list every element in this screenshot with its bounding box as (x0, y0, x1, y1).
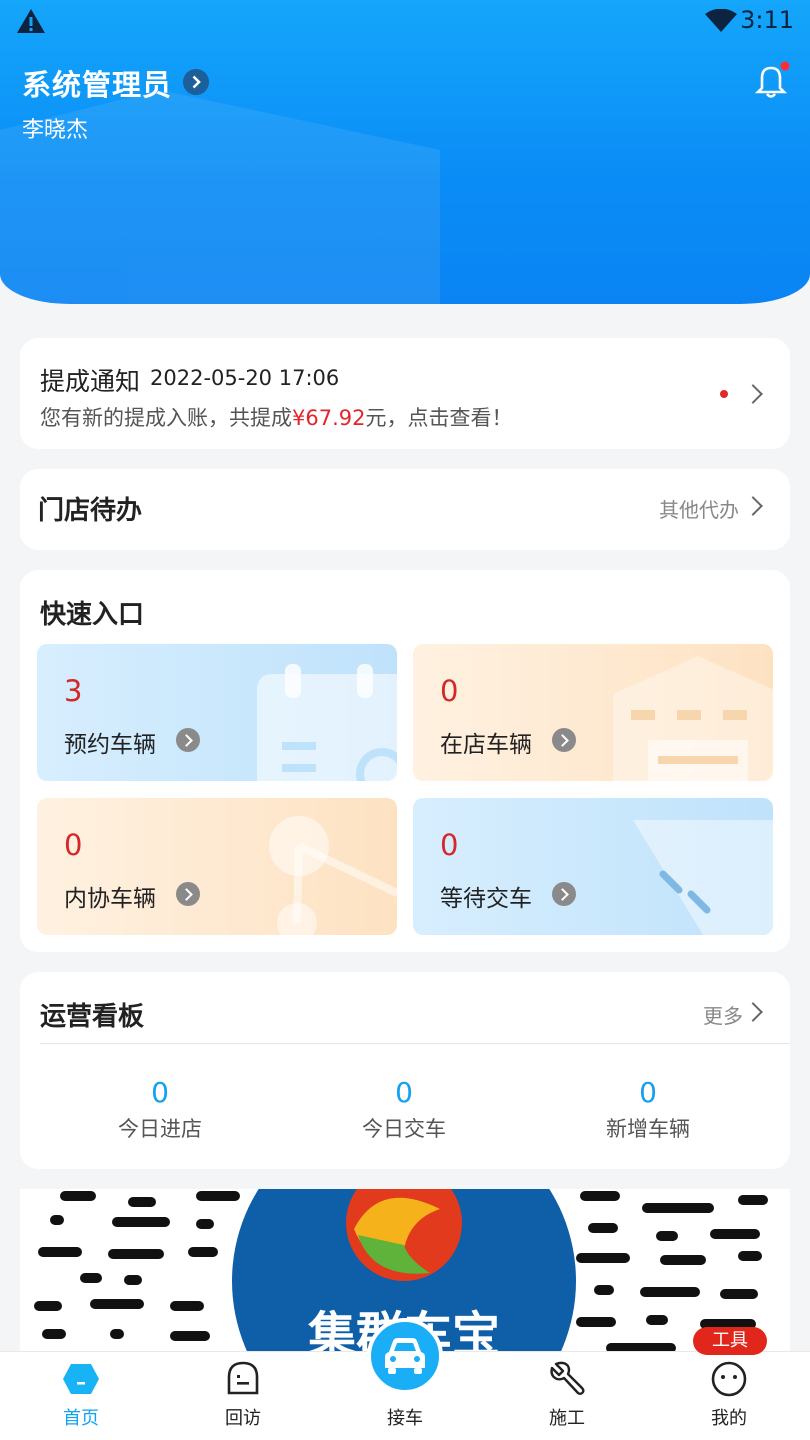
stat-today-arrivals[interactable]: 0 今日进店 (60, 1076, 260, 1143)
profile-icon (711, 1361, 747, 1397)
tab-label: 我的 (711, 1408, 747, 1429)
tab-construction[interactable]: 施工 (486, 1352, 648, 1440)
quick-item-label: 在店车辆 (440, 732, 532, 758)
car-icon (385, 1338, 425, 1374)
quick-item-count: 0 (64, 828, 83, 862)
quick-item-reserved-vehicles[interactable]: 3 预约车辆 (37, 644, 397, 781)
notice-time: 2022-05-20 17:06 (150, 366, 340, 390)
chevron-right-icon (176, 882, 200, 906)
chevron-right-icon[interactable] (743, 1002, 763, 1022)
notice-title: 提成通知 (40, 367, 141, 396)
quick-entry-title: 快速入口 (40, 600, 145, 630)
home-icon (63, 1364, 99, 1394)
chevron-right-icon (552, 882, 576, 906)
vehicle-intake-button[interactable] (367, 1318, 443, 1394)
tab-label: 接车 (387, 1408, 423, 1429)
stat-label: 新增车辆 (606, 1117, 690, 1141)
network-icon (269, 816, 397, 935)
store-todo-title: 门店待办 (38, 496, 143, 526)
commission-notice-card[interactable]: 提成通知 2022-05-20 17:06 您有新的提成入账，共提成¥67.92… (20, 338, 790, 449)
ops-board-title: 运营看板 (40, 1002, 145, 1032)
quick-item-awaiting-delivery[interactable]: 0 等待交车 (413, 798, 773, 935)
quick-entry-card: 快速入口 3 预约车辆 0 在店车辆 0 内协车辆 0 等待交车 (20, 570, 790, 952)
status-time: 3:11 (740, 6, 794, 34)
user-name: 李晓杰 (22, 118, 89, 143)
tab-home[interactable]: 首页 (0, 1352, 162, 1440)
chat-icon (227, 1361, 259, 1395)
stat-today-deliveries[interactable]: 0 今日交车 (304, 1076, 504, 1143)
warning-icon (17, 9, 45, 33)
quick-item-internal-vehicles[interactable]: 0 内协车辆 (37, 798, 397, 935)
divider (40, 1043, 790, 1044)
wifi-icon (705, 9, 737, 32)
quick-item-in-store-vehicles[interactable]: 0 在店车辆 (413, 644, 773, 781)
status-bar: 3:11 (0, 0, 810, 42)
other-todo-link[interactable]: 其他代办 (659, 494, 739, 523)
tab-profile[interactable]: 我的 (648, 1352, 810, 1440)
tab-label: 回访 (225, 1408, 261, 1429)
chevron-right-icon[interactable] (183, 69, 209, 95)
stat-value: 0 (395, 1076, 413, 1109)
tab-label: 施工 (549, 1408, 585, 1429)
chevron-right-icon (176, 728, 200, 752)
tab-follow-up[interactable]: 回访 (162, 1352, 324, 1440)
operations-board-card: 运营看板 更多 0 今日进店 0 今日交车 0 新增车辆 (20, 972, 790, 1169)
notice-text-prefix: 您有新的提成入账，共提成 (40, 406, 292, 430)
user-role[interactable]: 系统管理员 (22, 62, 172, 104)
calendar-icon (257, 664, 397, 781)
chevron-right-icon[interactable] (743, 496, 763, 516)
quick-item-label: 内协车辆 (64, 886, 156, 912)
bell-icon[interactable] (754, 60, 790, 100)
stat-value: 0 (639, 1076, 657, 1109)
ops-more-link[interactable]: 更多 (703, 1000, 743, 1029)
chevron-right-icon (552, 728, 576, 752)
stat-new-vehicles[interactable]: 0 新增车辆 (548, 1076, 748, 1143)
handover-icon (633, 820, 773, 935)
quick-item-count: 3 (64, 674, 83, 708)
quick-item-count: 0 (440, 674, 459, 708)
quick-item-label: 预约车辆 (64, 732, 156, 758)
stat-value: 0 (151, 1076, 169, 1109)
garage-icon (613, 656, 773, 781)
quick-item-count: 0 (440, 828, 459, 862)
stat-label: 今日交车 (362, 1117, 446, 1141)
chevron-right-icon[interactable] (743, 384, 763, 404)
quick-item-label: 等待交车 (440, 886, 532, 912)
wrench-icon (550, 1361, 585, 1395)
notice-text-suffix: 元，点击查看！ (365, 406, 513, 430)
header-banner (0, 0, 810, 304)
unread-dot (720, 390, 728, 398)
notice-amount: ¥67.92 (292, 406, 366, 430)
store-todo-card[interactable]: 门店待办 其他代办 (20, 469, 790, 550)
stat-label: 今日进店 (118, 1117, 202, 1141)
notice-message: 您有新的提成入账，共提成¥67.92元，点击查看！ (40, 402, 512, 432)
tools-badge[interactable]: 工具 (693, 1327, 767, 1355)
tab-label: 首页 (63, 1408, 99, 1429)
